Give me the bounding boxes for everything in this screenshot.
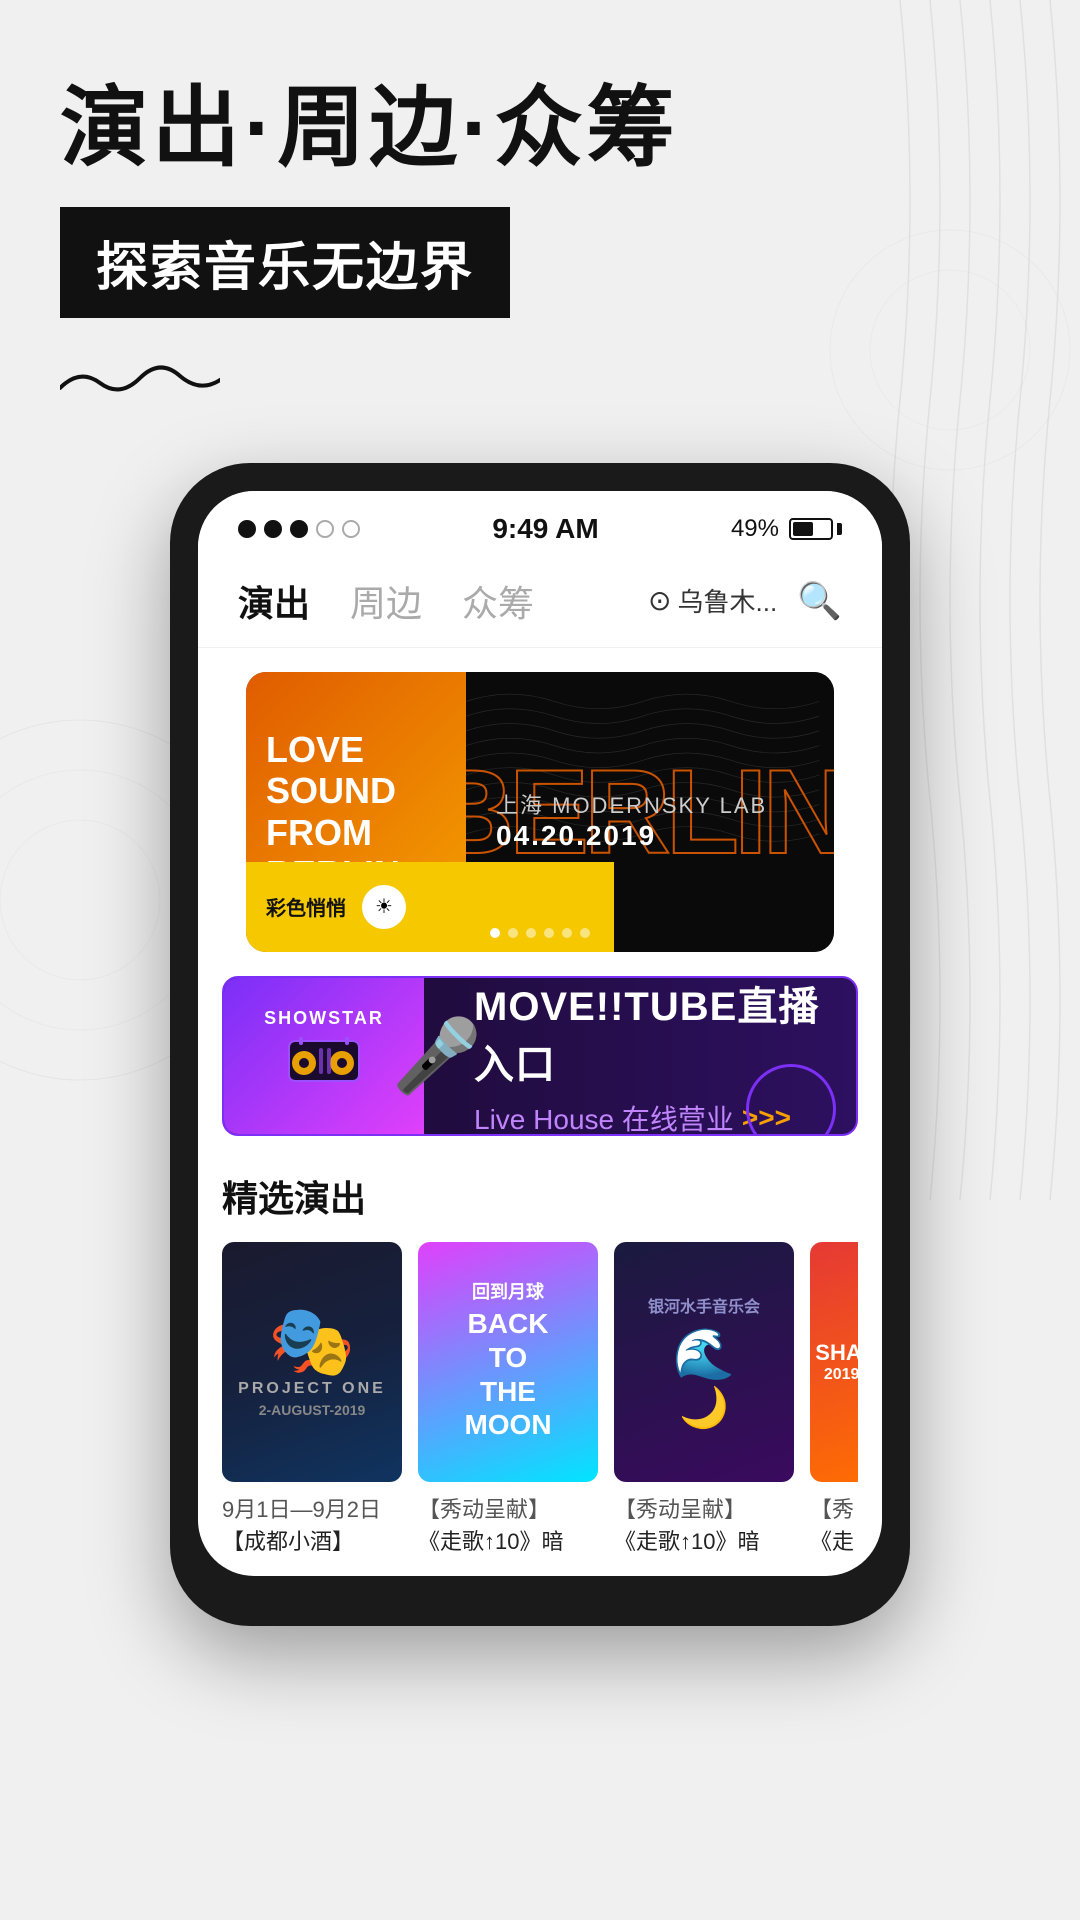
featured-cards-row: 🎭 PROJECT ONE 2-AUGUST-2019 9月1日—9月2日 【成… <box>222 1242 858 1557</box>
shang-date: 2019.8.1 <box>815 1366 858 1384</box>
dot-2 <box>508 928 518 938</box>
battery-percent: 49% <box>731 515 779 543</box>
status-bar: 9:49 AM 49% <box>198 491 882 555</box>
galaxy-art: 银河水手音乐会 🌊 🌙 <box>648 1293 760 1431</box>
subtitle-text: 探索音乐无边界 <box>96 239 474 297</box>
featured-title: 精选演出 <box>222 1170 858 1222</box>
card-4-name: 《走 <box>810 1528 858 1557</box>
location-text: 乌鲁木... <box>678 582 778 619</box>
galaxy-girl-emoji: 🌊 <box>648 1325 760 1384</box>
status-time: 9:49 AM <box>492 513 598 545</box>
location-selector[interactable]: ⊙ 乌鲁木... <box>648 582 777 619</box>
signal-dot-2 <box>264 520 282 538</box>
event-card-4[interactable]: SHANG 2019.8.1 【秀 《走 <box>810 1242 858 1557</box>
galaxy-face-emoji: 🌙 <box>648 1384 760 1431</box>
card-1-name: 【成都小酒】 <box>222 1528 402 1557</box>
status-right: 49% <box>731 515 842 543</box>
wave-decoration <box>60 348 1020 403</box>
music-player-icon <box>284 1033 364 1100</box>
mask-icon: 🎭 <box>238 1306 386 1376</box>
signal-dot-4 <box>316 520 334 538</box>
showstar-text: SHOWSTAR <box>264 1008 384 1029</box>
event-card-2[interactable]: 回到月球 BACKTOTHEMOON 【秀动呈献】 《走歌↑10》暗 <box>418 1242 598 1557</box>
card-1-date: 9月1日—9月2日 <box>222 1492 402 1524</box>
header-section: 演出·周边·众筹 探索音乐无边界 <box>0 0 1080 443</box>
promo-banner[interactable]: SHOWSTAR <box>222 976 858 1136</box>
search-button[interactable]: 🔍 <box>797 580 842 622</box>
colorful-label: 彩色悄悄 <box>266 892 346 921</box>
promo-subtitle-text: Live House 在线营业 <box>474 1098 734 1136</box>
battery-tip <box>837 523 842 535</box>
tab-merch[interactable]: 周边 <box>350 575 422 627</box>
tab-crowdfund[interactable]: 众筹 <box>462 575 534 627</box>
event-card-4-image: SHANG 2019.8.1 <box>810 1242 858 1482</box>
event-card-1-image: 🎭 PROJECT ONE 2-AUGUST-2019 <box>222 1242 402 1482</box>
featured-section: 精选演出 🎭 PROJECT ONE 2-AUGUST-2019 9月1日—9月… <box>198 1160 882 1577</box>
signal-dot-1 <box>238 520 256 538</box>
banner-bottom-bar: 彩色悄悄 ☀ <box>246 862 614 952</box>
main-banner[interactable]: LOVESOUNDFROMBERLIN <box>246 672 834 952</box>
back-moon-en: BACKTOTHEMOON <box>464 1307 551 1441</box>
banner-venue: 上海 MODERNSKY LAB <box>496 788 767 820</box>
card-3-name: 《走歌↑10》暗 <box>614 1528 794 1557</box>
event-card-3[interactable]: 银河水手音乐会 🌊 🌙 【秀动呈献】 《走歌↑10》暗 <box>614 1242 794 1557</box>
location-pin-icon: ⊙ <box>648 584 671 617</box>
phone-mockup: 9:49 AM 49% 演出 周边 众筹 ⊙ <box>0 463 1080 1627</box>
project-subtext: 2-AUGUST-2019 <box>238 1402 386 1418</box>
phone-screen: 9:49 AM 49% 演出 周边 众筹 ⊙ <box>198 491 882 1577</box>
card-2-name: 《走歌↑10》暗 <box>418 1528 598 1557</box>
signal-indicators <box>238 520 360 538</box>
dot-1 <box>490 928 500 938</box>
phone-frame: 9:49 AM 49% 演出 周边 众筹 ⊙ <box>170 463 910 1627</box>
banner-sun-icon: ☀ <box>362 885 406 929</box>
shang-art: SHANG 2019.8.1 <box>815 1340 858 1384</box>
battery-body <box>789 518 833 540</box>
banner-dots <box>490 928 590 938</box>
project-one-art: 🎭 PROJECT ONE 2-AUGUST-2019 <box>238 1306 386 1418</box>
subtitle-box: 探索音乐无边界 <box>60 207 510 318</box>
dot-3 <box>526 928 536 938</box>
main-title: 演出·周边·众筹 <box>60 80 1020 177</box>
battery-fill <box>793 522 813 536</box>
battery-icon <box>789 518 842 540</box>
card-3-date: 【秀动呈献】 <box>614 1492 794 1524</box>
signal-dot-3 <box>290 520 308 538</box>
galaxy-cn-title: 银河水手音乐会 <box>648 1293 760 1317</box>
event-card-1[interactable]: 🎭 PROJECT ONE 2-AUGUST-2019 9月1日—9月2日 【成… <box>222 1242 402 1557</box>
dot-6 <box>580 928 590 938</box>
banner-date: 04.20.2019 <box>496 820 767 852</box>
dot-4 <box>544 928 554 938</box>
card-2-date: 【秀动呈献】 <box>418 1492 598 1524</box>
return-moon-cn: 回到月球 <box>464 1282 551 1304</box>
back-to-moon-art: 回到月球 BACKTOTHEMOON <box>464 1282 551 1442</box>
project-one-text: PROJECT ONE <box>238 1380 386 1398</box>
card-4-date: 【秀 <box>810 1492 858 1524</box>
shang-text: SHANG <box>815 1340 858 1366</box>
event-card-2-image: 回到月球 BACKTOTHEMOON <box>418 1242 598 1482</box>
signal-dot-5 <box>342 520 360 538</box>
microphone-icon: 🎤 <box>392 1013 482 1098</box>
event-card-3-image: 银河水手音乐会 🌊 🌙 <box>614 1242 794 1482</box>
dot-5 <box>562 928 572 938</box>
app-nav: 演出 周边 众筹 ⊙ 乌鲁木... 🔍 <box>198 555 882 648</box>
banner-info: 上海 MODERNSKY LAB 04.20.2019 <box>496 788 767 852</box>
tab-shows[interactable]: 演出 <box>238 575 310 627</box>
